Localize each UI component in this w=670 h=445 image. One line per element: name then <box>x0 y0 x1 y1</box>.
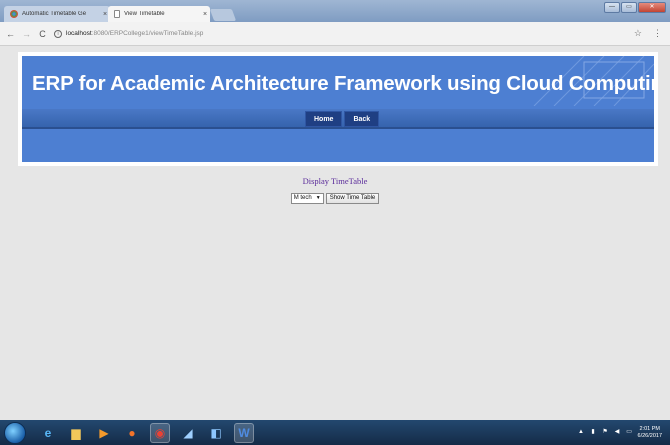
tray-arrow-icon[interactable]: ▲ <box>578 429 585 436</box>
timetable-form: Display TimeTable M tech ▼ Show Time Tab… <box>0 176 670 204</box>
ie-icon[interactable]: e <box>38 423 58 443</box>
word-icon[interactable]: W <box>234 422 254 443</box>
browser-menu-icon[interactable]: ⋮ <box>653 28 662 39</box>
url-host: localhost <box>66 30 92 37</box>
system-tray: ▲ ▮ ⚑ ◀ ▭ 2:01 PM 6/26/2017 <box>578 426 662 440</box>
windows-taskbar: e ▆ ▶ ● ◉ ◢ ◧ W ▲ ▮ ⚑ ◀ ▭ 2:01 PM 6/26/2… <box>0 420 670 445</box>
address-bar[interactable]: i localhost:8080/ERPCollege1/viewTimeTab… <box>54 29 627 38</box>
new-tab-button[interactable] <box>209 9 237 21</box>
info-icon[interactable]: i <box>54 29 62 38</box>
chrome-icon[interactable]: ◉ <box>150 422 170 443</box>
browser-titlebar: Automatic Timetable Ge × View Timetable … <box>0 0 670 22</box>
page-header: ERP for Academic Architecture Framework … <box>18 52 658 166</box>
flag-icon[interactable]: ⚑ <box>602 429 609 436</box>
clock-date: 6/26/2017 <box>637 432 662 439</box>
show-timetable-button[interactable]: Show Time Table <box>325 192 380 204</box>
display-icon[interactable]: ▭ <box>626 429 633 436</box>
course-select[interactable]: M tech ▼ <box>290 192 324 204</box>
taskbar-icons: e ▆ ▶ ● ◉ ◢ ◧ W <box>38 422 254 443</box>
chrome-favicon-icon <box>10 10 18 18</box>
url-path: :8080/ERPCollege1/viewTimeTable.jsp <box>91 30 204 37</box>
bookmark-star-icon[interactable]: ☆ <box>634 28 642 39</box>
page-title: ERP for Academic Architecture Framework … <box>32 72 654 95</box>
forward-arrow-icon[interactable]: → <box>22 29 31 39</box>
tab-view-timetable[interactable]: View Timetable × <box>108 6 210 22</box>
tab-close-icon[interactable]: × <box>200 11 210 18</box>
nav-home-link[interactable]: Home <box>305 111 343 127</box>
clock-time: 2:01 PM <box>639 425 660 432</box>
tab-label: Automatic Timetable Ge <box>22 11 87 17</box>
form-controls: M tech ▼ Show Time Table <box>290 192 380 204</box>
start-button[interactable] <box>4 421 26 444</box>
tab-label: View Timetable <box>124 11 165 17</box>
close-window-button[interactable]: ✕ <box>638 2 666 13</box>
back-arrow-icon[interactable]: ← <box>6 29 15 39</box>
explorer-folder-icon[interactable]: ▆ <box>66 423 86 443</box>
app-icon[interactable]: ◢ <box>178 423 198 443</box>
maximize-button[interactable]: ▭ <box>621 2 637 13</box>
course-select-value: M tech <box>293 195 312 201</box>
firefox-icon[interactable]: ● <box>122 423 142 443</box>
reload-icon[interactable]: C <box>38 29 47 39</box>
taskbar-clock[interactable]: 2:01 PM 6/26/2017 <box>638 426 662 440</box>
form-heading: Display TimeTable <box>302 176 368 186</box>
main-nav: Home Back <box>305 111 380 127</box>
volume-icon[interactable]: ◀ <box>614 429 621 436</box>
virtualbox-icon[interactable]: ◧ <box>206 423 226 443</box>
nav-back-link[interactable]: Back <box>344 111 380 127</box>
header-banner: ERP for Academic Architecture Framework … <box>22 56 654 162</box>
tab-automatic-timetable[interactable]: Automatic Timetable Ge × <box>4 6 110 22</box>
network-icon[interactable]: ▮ <box>590 429 597 436</box>
page-favicon-icon <box>114 10 120 18</box>
browser-toolbar: ← → C i localhost:8080/ERPCollege1/viewT… <box>0 22 670 46</box>
window-controls: — ▭ ✕ <box>604 2 666 13</box>
media-player-icon[interactable]: ▶ <box>94 423 114 443</box>
dropdown-arrow-icon: ▼ <box>315 195 321 201</box>
minimize-button[interactable]: — <box>604 2 620 13</box>
